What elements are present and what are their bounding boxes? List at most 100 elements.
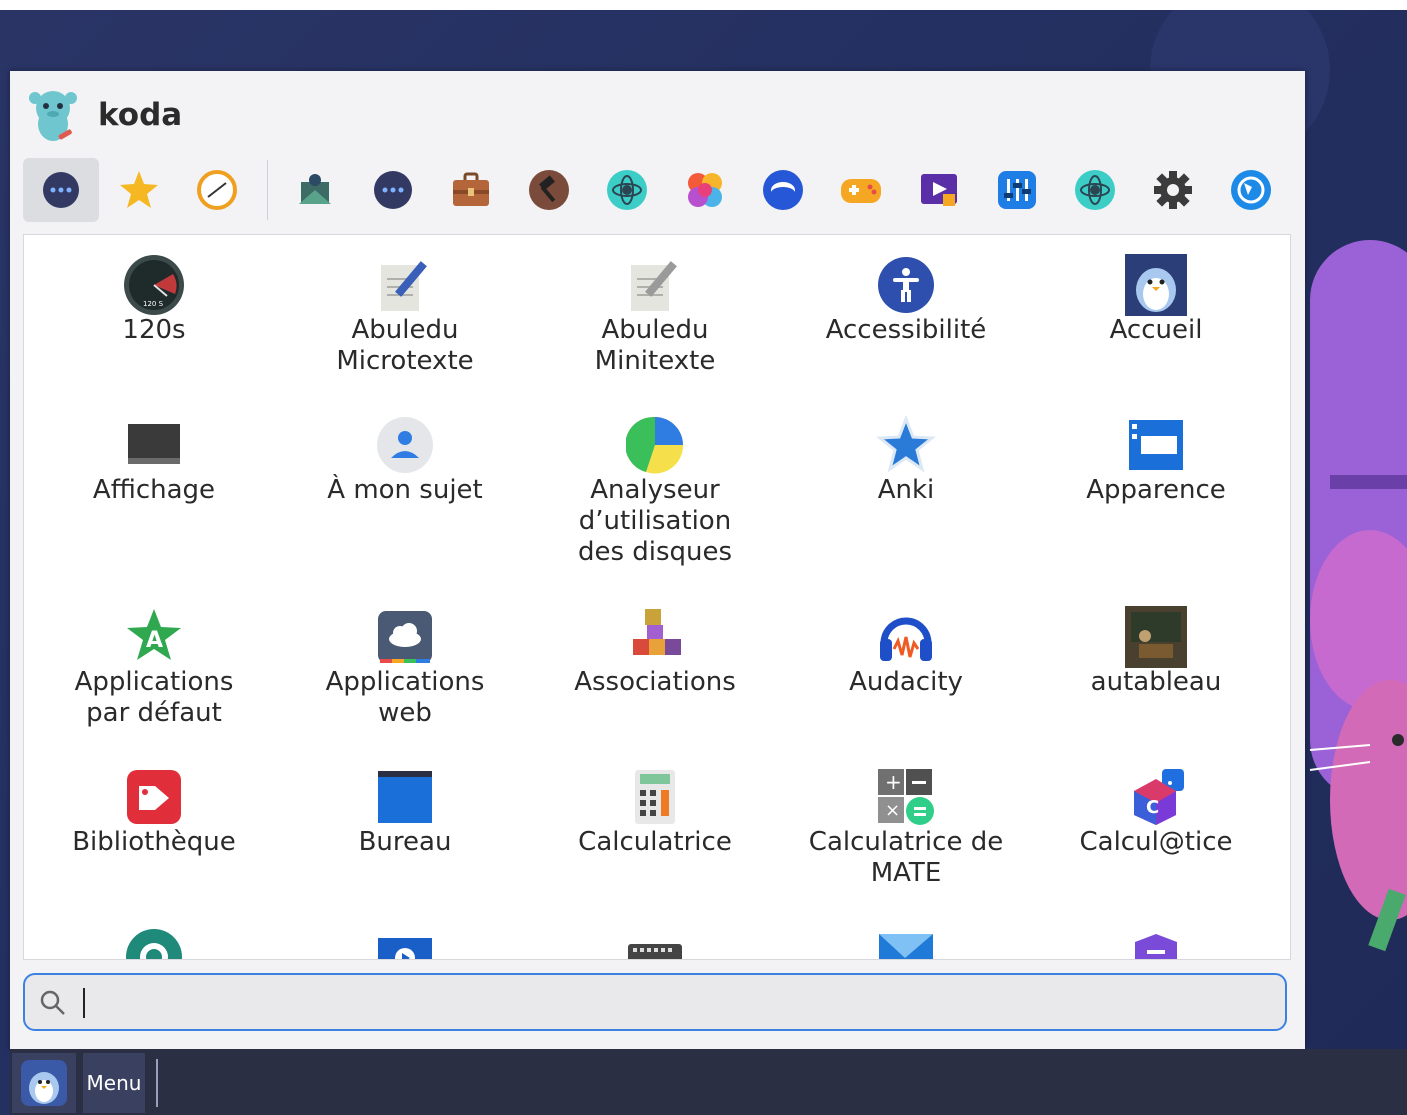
category-multimedia[interactable] — [901, 158, 977, 222]
app-calculatice[interactable]: C Calcul@tice — [1031, 765, 1281, 858]
pie-chart-icon — [626, 416, 684, 474]
app-label: Apparence — [1086, 475, 1226, 505]
user-name: koda — [98, 97, 183, 133]
menu-button[interactable]: Menu — [83, 1053, 145, 1113]
star-blue-icon — [876, 415, 936, 473]
app-row5-4[interactable] — [781, 925, 1031, 959]
shield-icon — [1135, 934, 1177, 959]
app-abuledu-minitexte[interactable]: Abuledu Minitexte — [530, 253, 780, 377]
category-all-apps[interactable] — [23, 158, 99, 222]
taskbar: Menu — [10, 1049, 1407, 1115]
svg-text:×: × — [885, 800, 900, 821]
penguin-icon — [1125, 254, 1187, 316]
app-label: Calculatrice — [578, 827, 732, 857]
category-utilities[interactable] — [979, 158, 1055, 222]
internet-icon — [763, 170, 803, 210]
app-label: Associations — [574, 667, 736, 697]
app-affichage[interactable]: Affichage — [29, 413, 279, 506]
app-a-mon-sujet[interactable]: À mon sujet — [280, 413, 530, 506]
app-label: Bibliothèque — [72, 827, 236, 857]
app-120s[interactable]: 120 S 120s — [29, 253, 279, 346]
app-apparence[interactable]: Apparence — [1031, 413, 1281, 506]
cloud-icon — [378, 611, 432, 663]
text-caret — [83, 988, 85, 1018]
search-input[interactable] — [79, 983, 1263, 1023]
app-label: Calcul@tice — [1079, 827, 1233, 857]
app-calculatrice-mate[interactable]: + × Calculatrice de MATE — [781, 765, 1031, 889]
category-recent[interactable] — [179, 158, 255, 222]
desktop-icon — [378, 771, 432, 823]
application-menu: koda 120 S 120s Abuledu Microtexte Abule… — [10, 71, 1305, 1049]
svg-text:A: A — [146, 628, 163, 653]
search-icon — [40, 990, 65, 1015]
app-applications-par-defaut[interactable]: A Applications par défaut — [29, 605, 279, 729]
multimedia-icon — [921, 174, 957, 206]
start-button[interactable] — [12, 1053, 76, 1113]
paper-icon — [879, 934, 933, 959]
category-graphics[interactable] — [667, 158, 743, 222]
monitor-icon — [128, 424, 180, 464]
category-games[interactable] — [823, 158, 899, 222]
window-icon — [1129, 420, 1183, 470]
category-accessories[interactable] — [355, 158, 431, 222]
svg-text:C: C — [1146, 797, 1159, 818]
headphones-icon — [880, 617, 932, 661]
app-accueil[interactable]: Accueil — [1031, 253, 1281, 346]
menu-header: koda — [24, 85, 182, 145]
app-label: Bureau — [358, 827, 452, 857]
category-science[interactable] — [589, 158, 665, 222]
app-label: Anki — [877, 475, 935, 505]
atom-icon — [1075, 170, 1115, 210]
app-row5-5[interactable] — [1031, 925, 1281, 959]
app-accessibilite[interactable]: Accessibilité — [781, 253, 1031, 346]
app-bureau[interactable]: Bureau — [280, 765, 530, 858]
category-office[interactable] — [433, 158, 509, 222]
gear-icon — [1154, 171, 1192, 209]
sliders-icon — [998, 171, 1036, 209]
app-label: autableau — [1090, 667, 1222, 697]
category-bar — [23, 158, 1293, 222]
category-science-2[interactable] — [1057, 158, 1133, 222]
keyboard-icon — [628, 944, 682, 959]
briefcase-icon — [453, 172, 489, 206]
notepad-pencil-icon — [381, 261, 427, 311]
blackboard-icon — [1125, 606, 1187, 668]
app-label: À mon sujet — [327, 475, 483, 505]
clock-icon — [197, 170, 237, 210]
category-development[interactable] — [511, 158, 587, 222]
pinwheel-icon — [688, 173, 722, 207]
search-box[interactable] — [23, 973, 1287, 1031]
app-anki[interactable]: Anki — [781, 413, 1031, 506]
category-favorites[interactable] — [101, 158, 177, 222]
blocks-icon — [633, 609, 681, 655]
category-settings[interactable] — [1135, 158, 1211, 222]
app-label: Audacity — [849, 667, 963, 697]
svg-text:120 S: 120 S — [143, 300, 164, 308]
star-icon — [120, 171, 158, 208]
app-calculatrice[interactable]: Calculatrice — [530, 765, 780, 858]
app-audacity[interactable]: Audacity — [781, 605, 1031, 698]
app-bibliotheque[interactable]: Bibliothèque — [29, 765, 279, 858]
calculatice-icon: C — [1134, 769, 1184, 825]
app-row5-1[interactable] — [29, 925, 279, 959]
app-label: Analyseur d’utilisation des disques — [577, 475, 733, 567]
user-avatar[interactable] — [24, 86, 82, 144]
badge-a-icon: A — [127, 609, 181, 660]
notepad-pencil-gray-icon — [631, 261, 677, 311]
app-row5-3[interactable] — [530, 925, 780, 959]
app-associations[interactable]: Associations — [530, 605, 780, 698]
app-row5-2[interactable] — [280, 925, 530, 959]
app-label: Accueil — [1109, 315, 1203, 345]
gamepad-icon — [841, 179, 881, 203]
category-education[interactable] — [277, 158, 353, 222]
atom-icon — [607, 170, 647, 210]
camera-aperture-icon — [126, 929, 182, 959]
category-separator — [267, 160, 268, 220]
category-web[interactable] — [1213, 158, 1289, 222]
app-abuledu-microtexte[interactable]: Abuledu Microtexte — [280, 253, 530, 377]
koda-mascot-icon — [29, 91, 77, 141]
category-internet[interactable] — [745, 158, 821, 222]
app-applications-web[interactable]: Applications web — [280, 605, 530, 729]
app-analyseur[interactable]: Analyseur d’utilisation des disques — [530, 413, 780, 568]
app-autableau[interactable]: autableau — [1031, 605, 1281, 698]
